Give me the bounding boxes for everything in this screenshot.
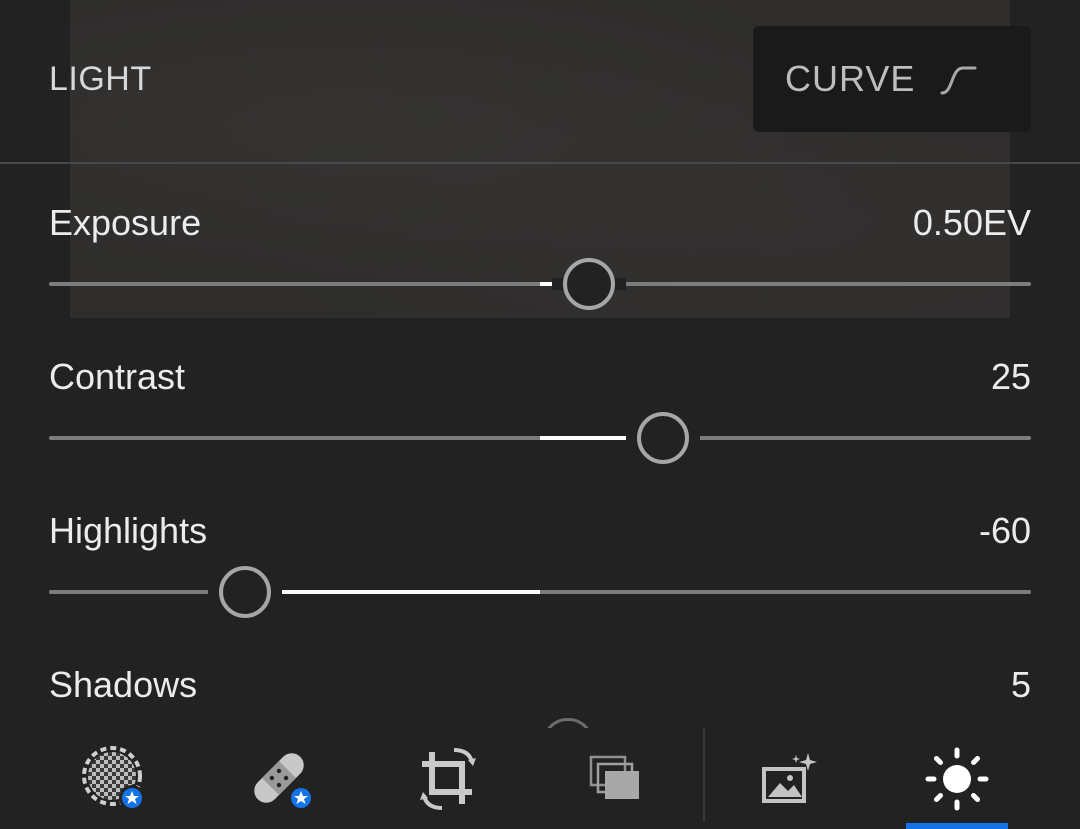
- tone-curve-icon: [939, 64, 979, 101]
- bottom-toolbar: [0, 728, 1080, 829]
- light-sun-icon: [925, 747, 989, 811]
- exposure-value[interactable]: 0.50EV: [913, 202, 1031, 244]
- exposure-slider[interactable]: [49, 258, 1031, 310]
- crop-rotate-icon: [418, 746, 478, 812]
- contrast-label: Contrast: [49, 356, 186, 397]
- curve-button-label: CURVE: [785, 58, 916, 99]
- exposure-thumb[interactable]: [563, 258, 615, 310]
- contrast-thumb[interactable]: [637, 412, 689, 464]
- selective-tool-button[interactable]: [55, 728, 175, 829]
- highlights-thumb[interactable]: [219, 566, 271, 618]
- section-title: LIGHT: [49, 60, 152, 98]
- exposure-slider-row: Exposure 0.50EV: [0, 202, 1080, 322]
- light-tool-button[interactable]: [897, 728, 1017, 829]
- healing-bandage-icon: [245, 744, 319, 814]
- toolbar-divider: [703, 728, 705, 822]
- curve-button[interactable]: CURVE: [753, 26, 1031, 132]
- contrast-value[interactable]: 25: [991, 356, 1031, 398]
- light-panel: LIGHT CURVE Exposure 0.50EV Contrast 25 …: [0, 0, 1080, 743]
- shadows-slider-row: Shadows 5: [0, 664, 1080, 728]
- exposure-label: Exposure: [49, 202, 202, 243]
- highlights-slider[interactable]: [49, 566, 1031, 618]
- presets-tool-button[interactable]: [556, 728, 676, 829]
- shadows-value[interactable]: 5: [1011, 664, 1031, 706]
- contrast-slider[interactable]: [49, 412, 1031, 464]
- highlights-value[interactable]: -60: [979, 510, 1031, 552]
- healing-tool-button[interactable]: [222, 728, 342, 829]
- highlights-slider-row: Highlights -60: [0, 510, 1080, 630]
- auto-tool-button[interactable]: [730, 728, 850, 829]
- highlights-label: Highlights: [49, 510, 208, 551]
- shadows-label: Shadows: [49, 664, 198, 705]
- section-divider: [0, 162, 1080, 164]
- selective-mask-icon: [80, 744, 150, 814]
- auto-enhance-icon: [760, 751, 820, 807]
- highlights-fill: [245, 590, 540, 594]
- crop-tool-button[interactable]: [388, 728, 508, 829]
- presets-icon: [589, 755, 643, 803]
- active-tab-indicator: [906, 823, 1008, 829]
- contrast-slider-row: Contrast 25: [0, 356, 1080, 476]
